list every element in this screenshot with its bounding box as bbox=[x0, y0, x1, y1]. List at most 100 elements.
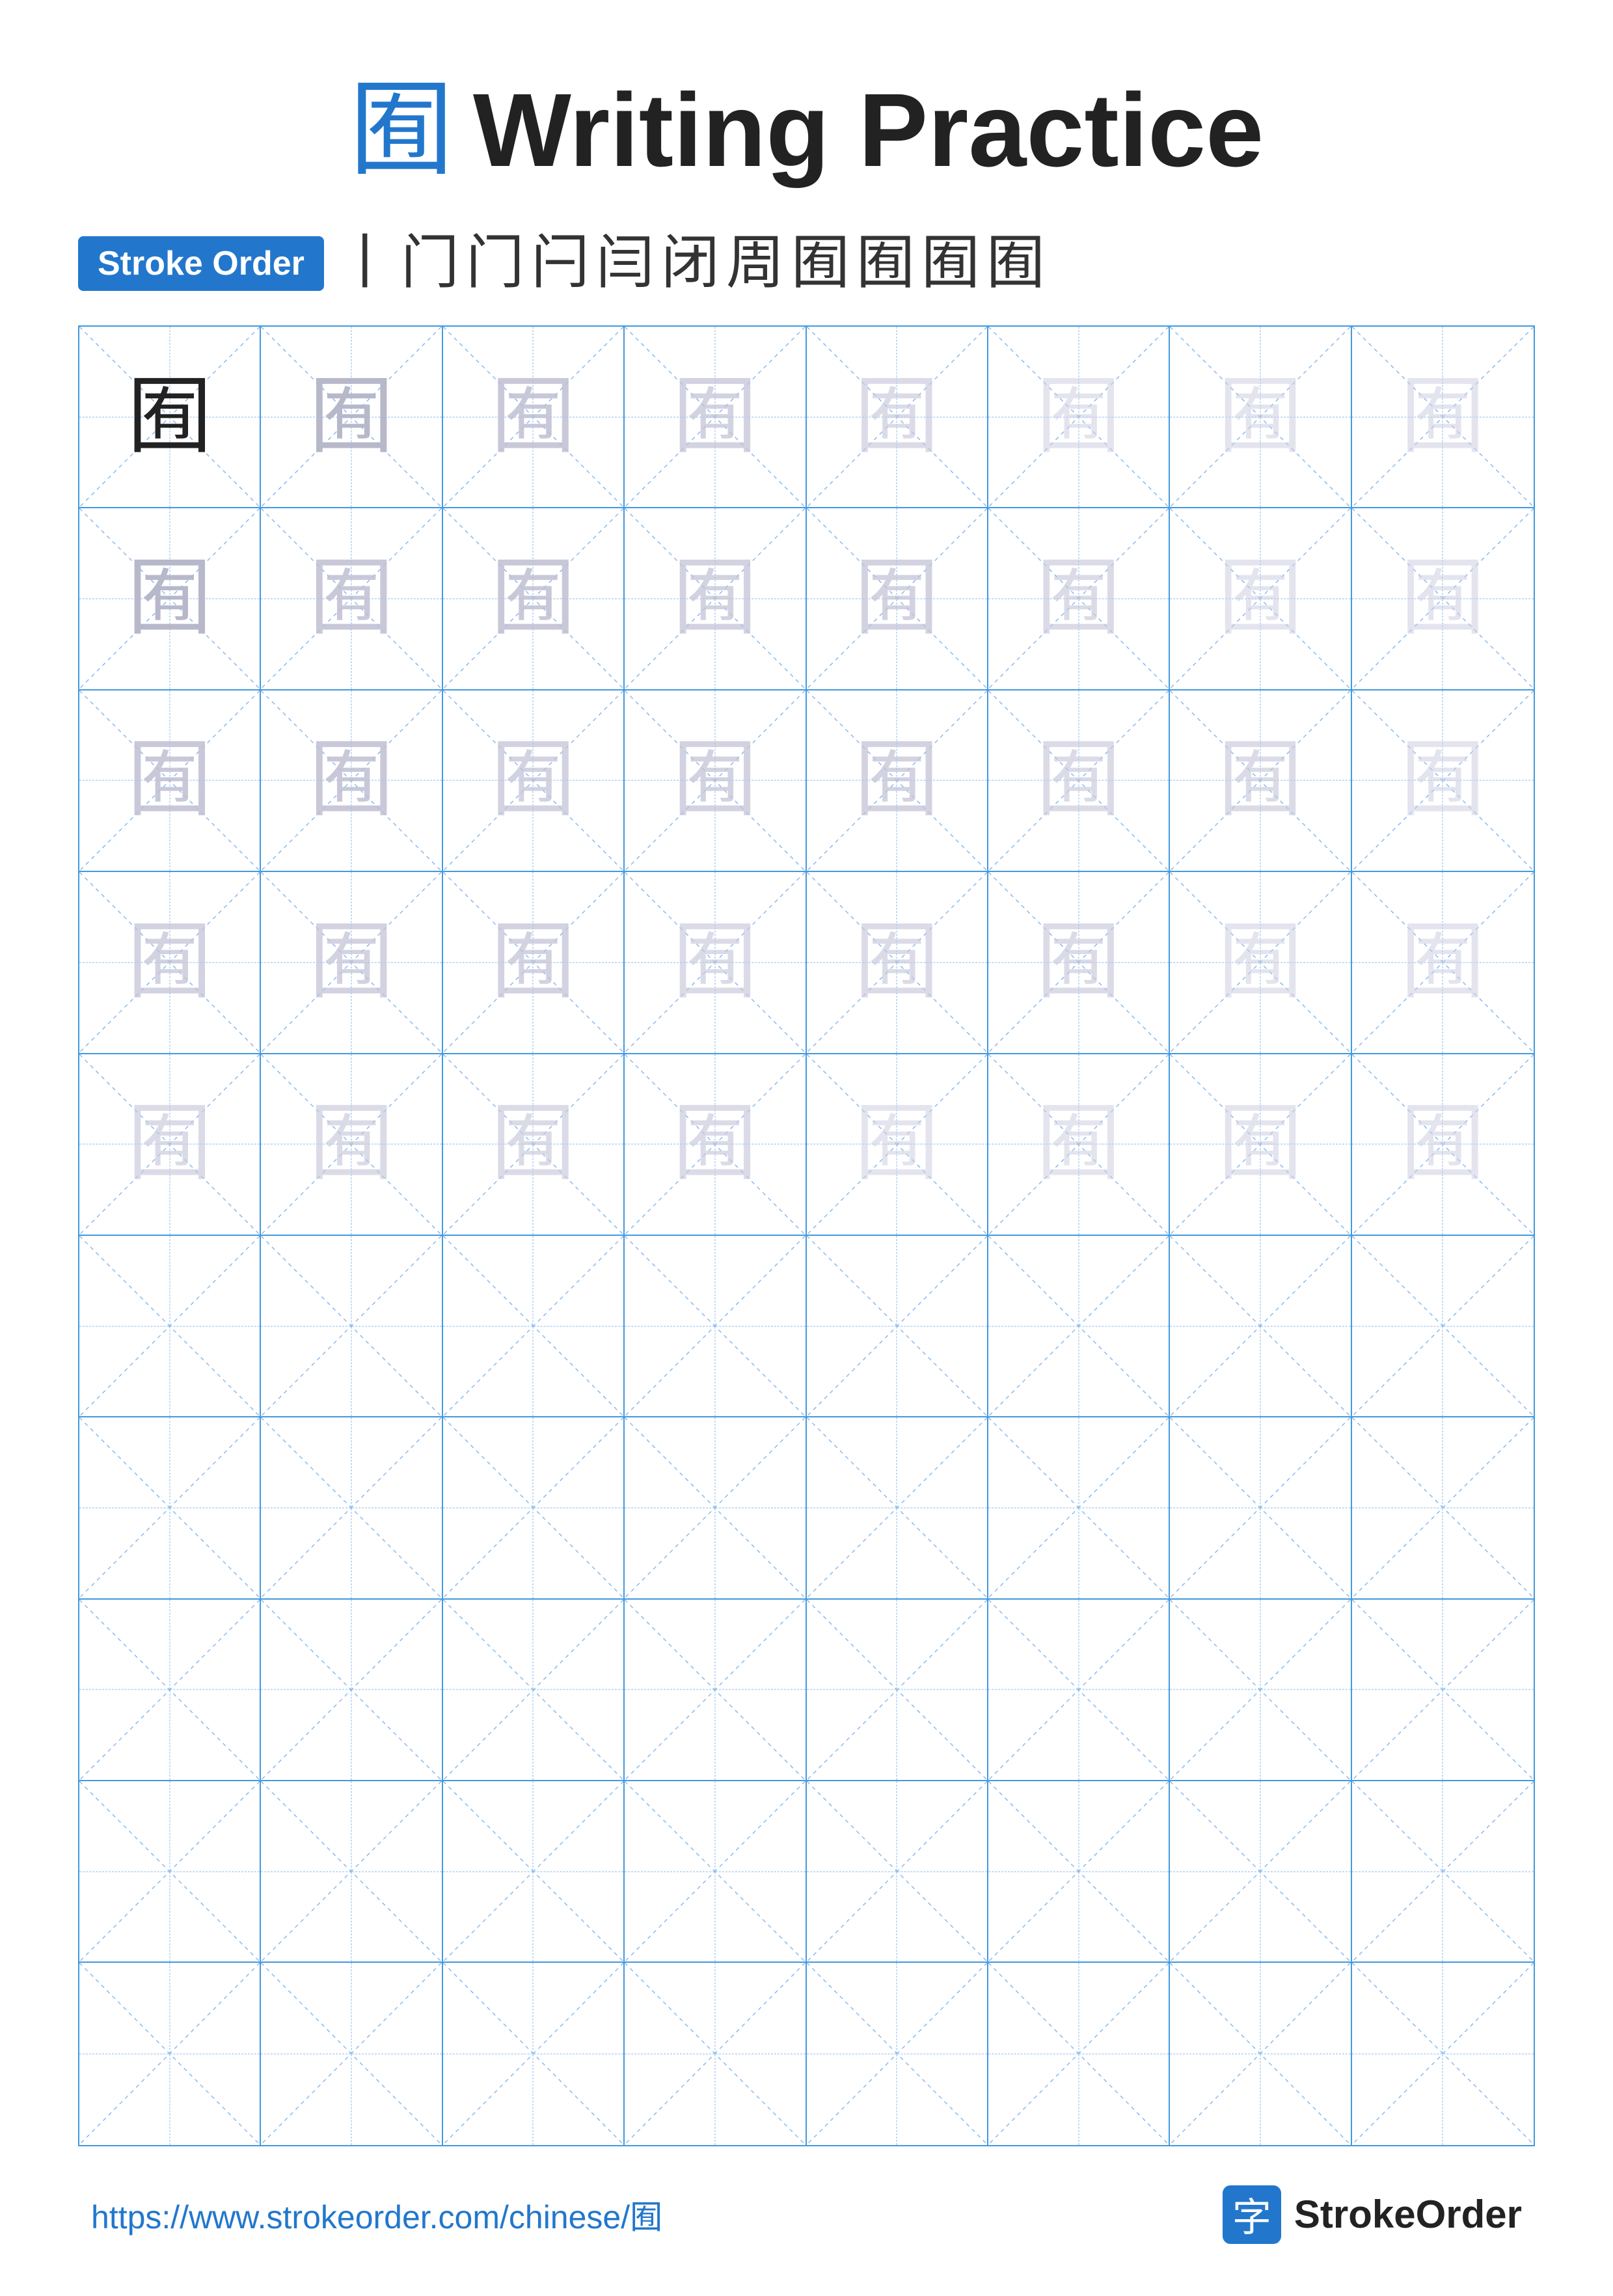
grid-cell-10-1[interactable] bbox=[79, 1963, 261, 2144]
grid-cell-10-6[interactable] bbox=[988, 1963, 1170, 2144]
grid-cell-8-5[interactable] bbox=[807, 1600, 988, 1781]
grid-cell-1-2[interactable]: 囿 bbox=[261, 327, 442, 508]
grid-row-4: 囿 囿 囿 囿 囿 囿 囿 bbox=[79, 872, 1534, 1054]
grid-cell-8-3[interactable] bbox=[443, 1600, 625, 1781]
grid-cell-1-5[interactable]: 囿 bbox=[807, 327, 988, 508]
grid-cell-4-3[interactable]: 囿 bbox=[443, 872, 625, 1054]
grid-cell-4-7[interactable]: 囿 bbox=[1170, 872, 1351, 1054]
grid-cell-3-5[interactable]: 囿 bbox=[807, 690, 988, 872]
footer-url[interactable]: https://www.strokeorder.com/chinese/囿 bbox=[91, 2191, 662, 2238]
grid-cell-9-3[interactable] bbox=[443, 1781, 625, 1963]
grid-cell-9-7[interactable] bbox=[1170, 1781, 1351, 1963]
grid-cell-6-6[interactable] bbox=[988, 1236, 1170, 1417]
grid-cell-3-6[interactable]: 囿 bbox=[988, 690, 1170, 872]
grid-cell-9-2[interactable] bbox=[261, 1781, 442, 1963]
footer: https://www.strokeorder.com/chinese/囿 字 … bbox=[78, 2185, 1535, 2244]
grid-cell-10-7[interactable] bbox=[1170, 1963, 1351, 2144]
grid-cell-6-3[interactable] bbox=[443, 1236, 625, 1417]
grid-cell-8-4[interactable] bbox=[625, 1600, 806, 1781]
grid-cell-7-8[interactable] bbox=[1352, 1417, 1534, 1599]
grid-cell-5-6[interactable]: 囿 bbox=[988, 1054, 1170, 1236]
grid-cell-10-4[interactable] bbox=[625, 1963, 806, 2144]
grid-cell-1-7[interactable]: 囿 bbox=[1170, 327, 1351, 508]
grid-cell-7-6[interactable] bbox=[988, 1417, 1170, 1599]
grid-cell-9-4[interactable] bbox=[625, 1781, 806, 1963]
grid-cell-5-7[interactable]: 囿 bbox=[1170, 1054, 1351, 1236]
cell-char-ghost: 囿 bbox=[1037, 556, 1121, 641]
grid-cell-2-6[interactable]: 囿 bbox=[988, 508, 1170, 690]
grid-cell-3-7[interactable]: 囿 bbox=[1170, 690, 1351, 872]
grid-cell-5-4[interactable]: 囿 bbox=[625, 1054, 806, 1236]
grid-cell-9-6[interactable] bbox=[988, 1781, 1170, 1963]
cell-char-ghost: 囿 bbox=[309, 738, 394, 823]
grid-cell-6-8[interactable] bbox=[1352, 1236, 1534, 1417]
grid-cell-3-1[interactable]: 囿 bbox=[79, 690, 261, 872]
grid-cell-5-5[interactable]: 囿 bbox=[807, 1054, 988, 1236]
grid-cell-4-2[interactable]: 囿 bbox=[261, 872, 442, 1054]
cell-char-ghost: 囿 bbox=[1400, 375, 1485, 459]
grid-cell-7-5[interactable] bbox=[807, 1417, 988, 1599]
grid-cell-9-8[interactable] bbox=[1352, 1781, 1534, 1963]
cell-char-ghost: 囿 bbox=[854, 375, 939, 459]
grid-cell-1-8[interactable]: 囿 bbox=[1352, 327, 1534, 508]
grid-cell-2-2[interactable]: 囿 bbox=[261, 508, 442, 690]
grid-cell-2-4[interactable]: 囿 bbox=[625, 508, 806, 690]
grid-cell-1-1[interactable]: 囿 bbox=[79, 327, 261, 508]
grid-cell-7-4[interactable] bbox=[625, 1417, 806, 1599]
grid-cell-7-1[interactable] bbox=[79, 1417, 261, 1599]
grid-cell-9-5[interactable] bbox=[807, 1781, 988, 1963]
cell-char-ghost: 囿 bbox=[1037, 375, 1121, 459]
grid-cell-4-6[interactable]: 囿 bbox=[988, 872, 1170, 1054]
grid-cell-4-4[interactable]: 囿 bbox=[625, 872, 806, 1054]
grid-cell-2-8[interactable]: 囿 bbox=[1352, 508, 1534, 690]
stroke-char-8: 囿 bbox=[791, 234, 850, 293]
cell-char-ghost: 囿 bbox=[309, 556, 394, 641]
grid-cell-10-5[interactable] bbox=[807, 1963, 988, 2144]
grid-cell-8-7[interactable] bbox=[1170, 1600, 1351, 1781]
grid-cell-3-3[interactable]: 囿 bbox=[443, 690, 625, 872]
grid-cell-3-8[interactable]: 囿 bbox=[1352, 690, 1534, 872]
grid-cell-2-7[interactable]: 囿 bbox=[1170, 508, 1351, 690]
grid-cell-7-2[interactable] bbox=[261, 1417, 442, 1599]
grid-cell-9-1[interactable] bbox=[79, 1781, 261, 1963]
cell-char-dark: 囿 bbox=[128, 375, 212, 459]
grid-cell-5-1[interactable]: 囿 bbox=[79, 1054, 261, 1236]
grid-cell-3-4[interactable]: 囿 bbox=[625, 690, 806, 872]
grid-cell-8-6[interactable] bbox=[988, 1600, 1170, 1781]
grid-cell-6-7[interactable] bbox=[1170, 1236, 1351, 1417]
grid-row-7 bbox=[79, 1417, 1534, 1599]
grid-cell-5-8[interactable]: 囿 bbox=[1352, 1054, 1534, 1236]
grid-cell-8-2[interactable] bbox=[261, 1600, 442, 1781]
grid-cell-6-2[interactable] bbox=[261, 1236, 442, 1417]
grid-cell-1-3[interactable]: 囿 bbox=[443, 327, 625, 508]
grid-cell-7-3[interactable] bbox=[443, 1417, 625, 1599]
grid-cell-6-5[interactable] bbox=[807, 1236, 988, 1417]
grid-cell-3-2[interactable]: 囿 bbox=[261, 690, 442, 872]
grid-cell-8-8[interactable] bbox=[1352, 1600, 1534, 1781]
grid-cell-4-1[interactable]: 囿 bbox=[79, 872, 261, 1054]
stroke-chars-list: 丨 门 门 闩 闫 闭 周 囿 囿 囿 囿 bbox=[336, 234, 1045, 293]
stroke-char-10: 囿 bbox=[921, 234, 980, 293]
grid-cell-1-6[interactable]: 囿 bbox=[988, 327, 1170, 508]
grid-cell-2-5[interactable]: 囿 bbox=[807, 508, 988, 690]
practice-grid[interactable]: 囿 囿 囿 囿 囿 囿 囿 bbox=[78, 325, 1535, 2146]
grid-cell-4-5[interactable]: 囿 bbox=[807, 872, 988, 1054]
grid-cell-6-1[interactable] bbox=[79, 1236, 261, 1417]
grid-cell-5-3[interactable]: 囿 bbox=[443, 1054, 625, 1236]
grid-cell-10-8[interactable] bbox=[1352, 1963, 1534, 2144]
grid-cell-5-2[interactable]: 囿 bbox=[261, 1054, 442, 1236]
cell-char-ghost: 囿 bbox=[1037, 920, 1121, 1005]
grid-cell-8-1[interactable] bbox=[79, 1600, 261, 1781]
grid-cell-1-4[interactable]: 囿 bbox=[625, 327, 806, 508]
grid-cell-4-8[interactable]: 囿 bbox=[1352, 872, 1534, 1054]
cell-char-ghost: 囿 bbox=[673, 920, 757, 1005]
footer-brand-name: StrokeOrder bbox=[1294, 2192, 1522, 2237]
grid-cell-2-3[interactable]: 囿 bbox=[443, 508, 625, 690]
grid-cell-2-1[interactable]: 囿 bbox=[79, 508, 261, 690]
grid-cell-7-7[interactable] bbox=[1170, 1417, 1351, 1599]
page: 囿 Writing Practice Stroke Order 丨 门 门 闩 … bbox=[0, 0, 1613, 2296]
grid-cell-10-3[interactable] bbox=[443, 1963, 625, 2144]
cell-char-ghost: 囿 bbox=[128, 1102, 212, 1186]
grid-cell-6-4[interactable] bbox=[625, 1236, 806, 1417]
grid-cell-10-2[interactable] bbox=[261, 1963, 442, 2144]
